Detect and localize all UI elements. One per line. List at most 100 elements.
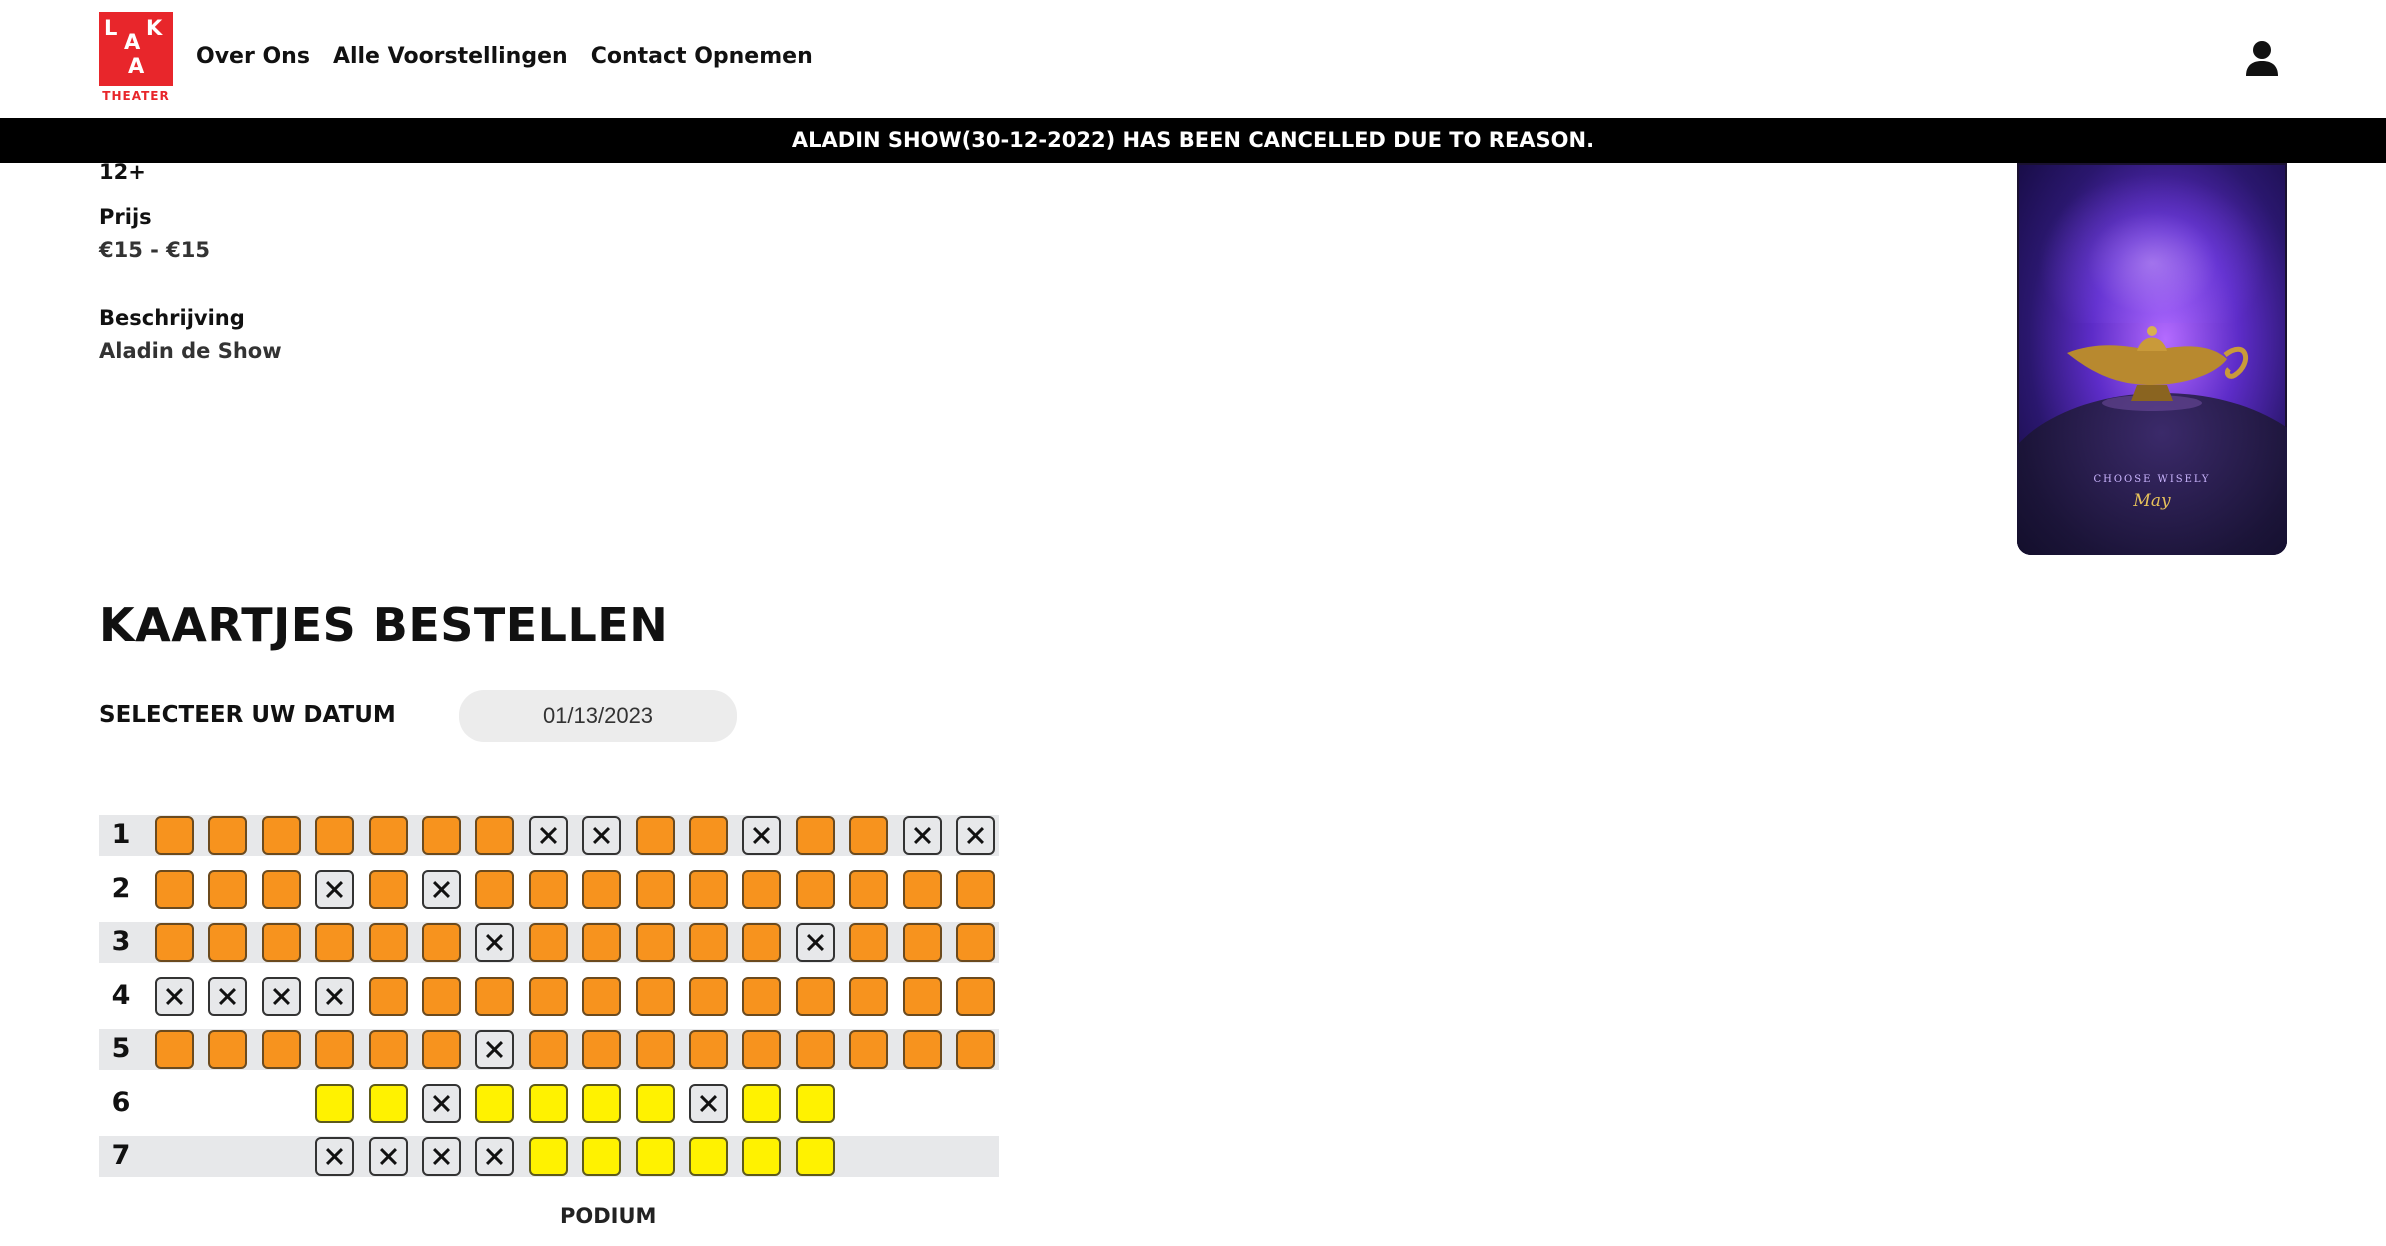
seat-available[interactable] xyxy=(475,977,514,1016)
seat-available[interactable] xyxy=(529,1137,568,1176)
seat-taken xyxy=(475,1137,514,1176)
seat-available[interactable] xyxy=(636,1030,675,1069)
seat-available[interactable] xyxy=(903,870,942,909)
seat-available[interactable] xyxy=(796,816,835,855)
seat-available[interactable] xyxy=(208,923,247,962)
seat-available[interactable] xyxy=(742,1030,781,1069)
seat-available[interactable] xyxy=(369,923,408,962)
seat-taken xyxy=(208,977,247,1016)
seat-available[interactable] xyxy=(155,1030,194,1069)
row-number: 2 xyxy=(111,873,131,904)
seat-available[interactable] xyxy=(689,1030,728,1069)
seat-available[interactable] xyxy=(796,977,835,1016)
seat-available[interactable] xyxy=(422,816,461,855)
seat-available[interactable] xyxy=(208,870,247,909)
row-number: 5 xyxy=(111,1033,131,1064)
seat-available[interactable] xyxy=(475,1084,514,1123)
seat-taken xyxy=(155,977,194,1016)
seat-available[interactable] xyxy=(796,1030,835,1069)
seat-available[interactable] xyxy=(582,977,621,1016)
seat-available[interactable] xyxy=(849,816,888,855)
seat-available[interactable] xyxy=(849,923,888,962)
seat-taken xyxy=(315,977,354,1016)
seat-available[interactable] xyxy=(742,977,781,1016)
seat-available[interactable] xyxy=(903,977,942,1016)
seat-taken xyxy=(903,816,942,855)
seat-available[interactable] xyxy=(529,1030,568,1069)
seat-available[interactable] xyxy=(689,923,728,962)
seat-available[interactable] xyxy=(742,1137,781,1176)
seat-available[interactable] xyxy=(369,1084,408,1123)
nav-contact-opnemen[interactable]: Contact Opnemen xyxy=(591,44,813,69)
seat-available[interactable] xyxy=(742,923,781,962)
seat-available[interactable] xyxy=(582,1084,621,1123)
seat-available[interactable] xyxy=(956,870,995,909)
seat-available[interactable] xyxy=(529,870,568,909)
nav-alle-voorstellingen[interactable]: Alle Voorstellingen xyxy=(333,44,568,69)
seat-available[interactable] xyxy=(262,1030,301,1069)
seat-available[interactable] xyxy=(582,923,621,962)
seat-available[interactable] xyxy=(849,977,888,1016)
seat-available[interactable] xyxy=(208,816,247,855)
seat-available[interactable] xyxy=(475,870,514,909)
site-header: L A K A THEATER Over Ons Alle Voorstelli… xyxy=(0,0,2386,119)
seat-available[interactable] xyxy=(582,1030,621,1069)
seat-available[interactable] xyxy=(742,870,781,909)
seat-available[interactable] xyxy=(956,923,995,962)
seat-available[interactable] xyxy=(956,977,995,1016)
seat-available[interactable] xyxy=(155,816,194,855)
seat-taken xyxy=(422,1084,461,1123)
seat-available[interactable] xyxy=(422,923,461,962)
seat-available[interactable] xyxy=(689,870,728,909)
seat-available[interactable] xyxy=(475,816,514,855)
seat-available[interactable] xyxy=(529,1084,568,1123)
seat-available[interactable] xyxy=(796,1084,835,1123)
seat-available[interactable] xyxy=(315,1030,354,1069)
logo-letter: A xyxy=(128,54,145,78)
date-input[interactable] xyxy=(459,690,737,742)
seat-available[interactable] xyxy=(796,1137,835,1176)
row-number: 4 xyxy=(111,980,131,1011)
seat-available[interactable] xyxy=(422,1030,461,1069)
seat-available[interactable] xyxy=(529,923,568,962)
seat-available[interactable] xyxy=(689,977,728,1016)
seat-available[interactable] xyxy=(262,923,301,962)
seat-available[interactable] xyxy=(903,923,942,962)
seat-available[interactable] xyxy=(689,816,728,855)
seat-available[interactable] xyxy=(849,870,888,909)
seat-available[interactable] xyxy=(208,1030,247,1069)
seat-available[interactable] xyxy=(262,870,301,909)
seat-taken xyxy=(315,1137,354,1176)
seat-available[interactable] xyxy=(315,816,354,855)
seat-available[interactable] xyxy=(689,1137,728,1176)
seat-available[interactable] xyxy=(369,870,408,909)
seat-available[interactable] xyxy=(796,870,835,909)
seat-available[interactable] xyxy=(315,1084,354,1123)
seat-available[interactable] xyxy=(369,816,408,855)
seat-available[interactable] xyxy=(636,923,675,962)
seat-available[interactable] xyxy=(956,1030,995,1069)
seat-available[interactable] xyxy=(849,1030,888,1069)
seat-available[interactable] xyxy=(369,1030,408,1069)
seat-available[interactable] xyxy=(742,1084,781,1123)
seat-available[interactable] xyxy=(636,1084,675,1123)
seat-available[interactable] xyxy=(422,977,461,1016)
nav-over-ons[interactable]: Over Ons xyxy=(196,44,310,69)
seat-available[interactable] xyxy=(582,1137,621,1176)
seat-available[interactable] xyxy=(262,816,301,855)
seat-available[interactable] xyxy=(529,977,568,1016)
theater-logo[interactable]: L A K A THEATER xyxy=(99,12,173,104)
seat-available[interactable] xyxy=(155,923,194,962)
user-icon[interactable] xyxy=(2244,40,2280,78)
seat-available[interactable] xyxy=(369,977,408,1016)
seat-available[interactable] xyxy=(903,1030,942,1069)
seat-available[interactable] xyxy=(155,870,194,909)
logo-subtitle: THEATER xyxy=(102,89,170,103)
seat-available[interactable] xyxy=(636,816,675,855)
seat-available[interactable] xyxy=(636,977,675,1016)
seat-available[interactable] xyxy=(636,870,675,909)
price-value: €15 - €15 xyxy=(99,238,211,262)
seat-available[interactable] xyxy=(582,870,621,909)
seat-available[interactable] xyxy=(636,1137,675,1176)
seat-available[interactable] xyxy=(315,923,354,962)
